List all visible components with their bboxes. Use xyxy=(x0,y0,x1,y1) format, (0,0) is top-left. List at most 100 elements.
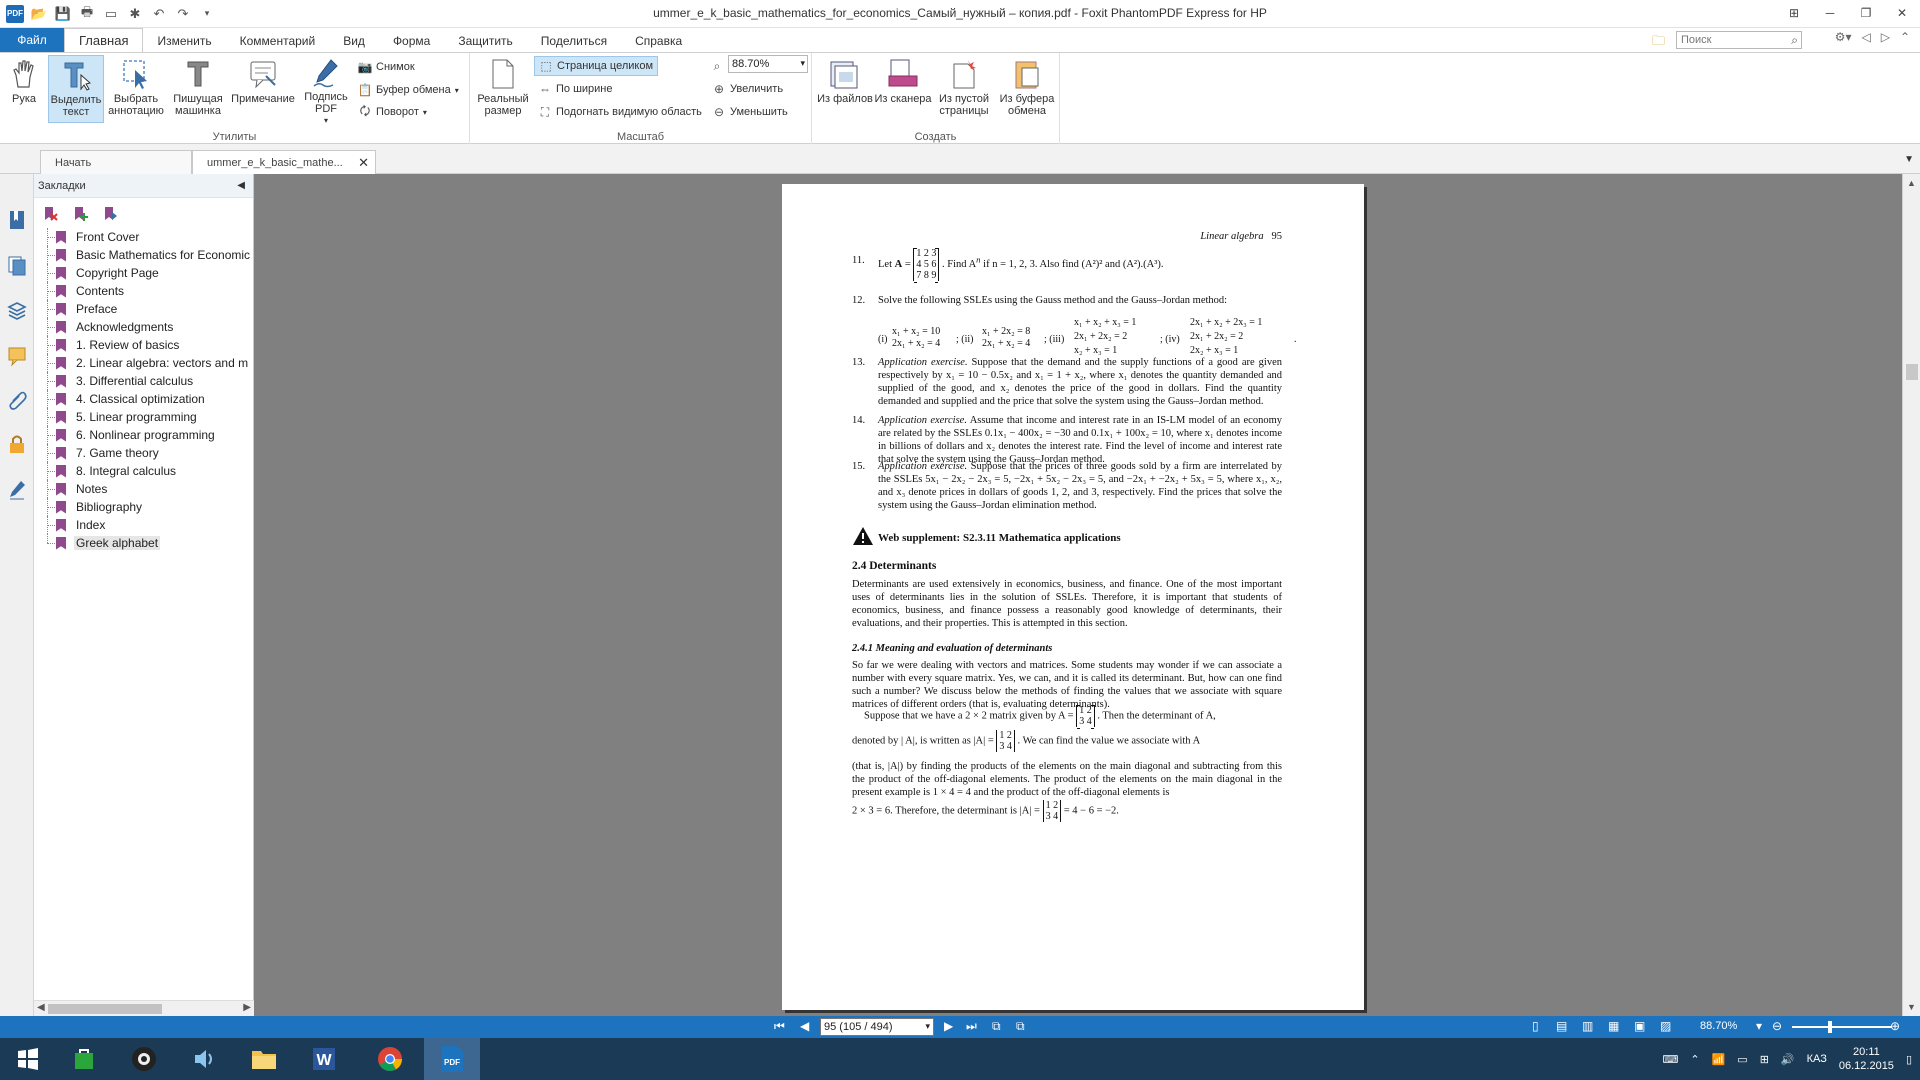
restore-button[interactable]: ❐ xyxy=(1848,0,1884,26)
select-text-button[interactable]: Выделить текст xyxy=(48,55,104,123)
new-doc-icon[interactable]: ✱ xyxy=(126,5,144,23)
attachments-panel-icon[interactable] xyxy=(5,388,29,412)
previous-view-icon[interactable]: ⧉ xyxy=(992,1019,1001,1034)
zoom-out-status-icon[interactable]: ⊖ xyxy=(1772,1019,1782,1033)
bookmark-item[interactable]: Bibliography xyxy=(34,498,253,516)
scan-icon[interactable]: ▭ xyxy=(102,5,120,23)
folder-search-icon[interactable]: 🗀 xyxy=(1652,32,1668,48)
redo-icon[interactable]: ↷ xyxy=(174,5,192,23)
tab-home[interactable]: Главная xyxy=(64,28,144,52)
from-blank-page-button[interactable]: Из пустой страницы xyxy=(934,55,994,123)
bookmark-item[interactable]: Copyright Page xyxy=(34,264,253,282)
prev-page-icon[interactable]: ◀ xyxy=(800,1019,809,1033)
save-icon[interactable]: 💾 xyxy=(54,5,72,23)
bookmark-item[interactable]: Basic Mathematics for Economic xyxy=(34,246,253,264)
word-icon[interactable]: W xyxy=(296,1038,352,1080)
volume-icon[interactable]: 🔊 xyxy=(1781,1053,1795,1066)
sign-pdf-button[interactable]: Подпись PDF ▾ xyxy=(298,55,354,125)
security-panel-icon[interactable] xyxy=(5,432,29,456)
scroll-thumb[interactable] xyxy=(48,1004,162,1014)
from-clipboard-button[interactable]: Из буфера обмена xyxy=(996,55,1058,123)
notifications-icon[interactable]: ▯ xyxy=(1906,1053,1912,1066)
pages-panel-icon[interactable] xyxy=(5,254,29,278)
scroll-down-icon[interactable]: ▼ xyxy=(1907,1002,1916,1012)
close-button[interactable]: ✕ xyxy=(1884,0,1920,26)
clock[interactable]: 20:11 06.12.2015 xyxy=(1839,1045,1894,1073)
undo-icon[interactable]: ↶ xyxy=(150,5,168,23)
fit-width-button[interactable]: ⇔ По ширине xyxy=(538,79,613,99)
bookmark-item[interactable]: 7. Game theory xyxy=(34,444,253,462)
next-view-icon[interactable]: ⧉ xyxy=(1016,1019,1025,1034)
tab-protect[interactable]: Защитить xyxy=(444,30,526,52)
continuous-facing-view-icon[interactable]: ▦ xyxy=(1608,1019,1619,1033)
collapse-ribbon-icon[interactable]: ⌃ xyxy=(1900,30,1910,44)
bookmark-item[interactable]: Greek alphabet xyxy=(34,534,253,552)
settings-icon[interactable]: ⚙▾ xyxy=(1835,30,1852,44)
typewriter-button[interactable]: Пишущая машинка xyxy=(168,55,228,123)
bookmarks-horizontal-scrollbar[interactable]: ◀ ▶ xyxy=(34,1000,254,1016)
bookmark-item[interactable]: Index xyxy=(34,516,253,534)
scroll-right-icon[interactable]: ▶ xyxy=(243,1002,251,1013)
tab-edit[interactable]: Изменить xyxy=(143,30,225,52)
bookmark-item[interactable]: Notes xyxy=(34,480,253,498)
tray-expand-icon[interactable]: ⌃ xyxy=(1690,1053,1699,1066)
zoom-in-status-icon[interactable]: ⊕ xyxy=(1890,1019,1900,1033)
scroll-up-icon[interactable]: ▲ xyxy=(1907,178,1916,188)
scroll-left-icon[interactable]: ◀ xyxy=(37,1002,45,1013)
action-center-icon[interactable]: ⊞ xyxy=(1760,1053,1769,1066)
input-language[interactable]: КАЗ xyxy=(1807,1053,1827,1065)
open-icon[interactable]: 📂 xyxy=(30,5,48,23)
search-icon[interactable]: ⌕ xyxy=(1791,33,1798,48)
bookmark-item[interactable]: 5. Linear programming xyxy=(34,408,253,426)
forward-icon[interactable]: ▷ xyxy=(1881,30,1890,44)
bookmarks-panel-icon[interactable] xyxy=(5,208,29,232)
first-page-icon[interactable]: ⏮ xyxy=(774,1019,785,1034)
tab-start[interactable]: Начать xyxy=(40,150,192,174)
single-page-view-icon[interactable]: ▯ xyxy=(1532,1019,1539,1033)
snapshot-button[interactable]: 📷 Снимок xyxy=(358,57,415,77)
hand-tool-button[interactable]: Рука xyxy=(0,55,48,123)
bookmark-item[interactable]: Contents xyxy=(34,282,253,300)
tabs-dropdown-icon[interactable]: ▼ xyxy=(1904,154,1914,165)
file-explorer-icon[interactable] xyxy=(236,1038,292,1080)
rotate-button[interactable]: 🗘 Поворот ▾ xyxy=(358,102,427,122)
bookmark-item[interactable]: 6. Nonlinear programming xyxy=(34,426,253,444)
tab-comment[interactable]: Комментарий xyxy=(226,30,330,52)
tab-form[interactable]: Форма xyxy=(379,30,444,52)
zoom-level-select[interactable]: 88.70% ▾ xyxy=(728,55,808,73)
speaker-app-icon[interactable] xyxy=(176,1038,232,1080)
start-button[interactable] xyxy=(0,1038,56,1080)
bookmark-item[interactable]: 8. Integral calculus xyxy=(34,462,253,480)
search-input[interactable]: Поиск ⌕ xyxy=(1676,31,1802,49)
zoom-in-button[interactable]: ⊕ Увеличить xyxy=(712,79,783,99)
tile-icon[interactable]: ⊞ xyxy=(1776,0,1812,26)
zoom-slider-knob[interactable] xyxy=(1828,1021,1832,1033)
delete-bookmark-icon[interactable] xyxy=(42,206,58,222)
note-button[interactable]: Примечание xyxy=(228,55,298,123)
zoom-out-button[interactable]: ⊖ Уменьшить xyxy=(712,102,788,122)
file-menu[interactable]: Файл xyxy=(0,28,64,52)
document-vertical-scrollbar[interactable]: ▲ ▼ xyxy=(1902,174,1920,1016)
bookmark-item[interactable]: Preface xyxy=(34,300,253,318)
bookmark-item[interactable]: Front Cover xyxy=(34,228,253,246)
last-page-icon[interactable]: ⏭ xyxy=(966,1019,977,1034)
close-tab-icon[interactable]: ✕ xyxy=(358,155,369,171)
print-icon[interactable]: 🖶 xyxy=(78,4,96,23)
comments-panel-icon[interactable] xyxy=(5,344,29,368)
zoom-dropdown-status-icon[interactable]: ▾ xyxy=(1756,1019,1762,1033)
full-page-button[interactable]: ⬚ Страница целиком xyxy=(534,56,659,76)
add-bookmark-icon[interactable] xyxy=(72,206,88,222)
media-player-icon[interactable] xyxy=(116,1038,172,1080)
select-annotation-button[interactable]: Выбрать аннотацию xyxy=(106,55,166,123)
collapse-panel-icon[interactable]: ◀ xyxy=(237,180,245,191)
bookmark-item[interactable]: Acknowledgments xyxy=(34,318,253,336)
tab-help[interactable]: Справка xyxy=(621,30,696,52)
customize-dropdown-icon[interactable]: ▾ xyxy=(198,5,216,23)
reading-mode-icon[interactable]: ▨ xyxy=(1660,1019,1671,1033)
bookmark-item[interactable]: 1. Review of basics xyxy=(34,336,253,354)
battery-icon[interactable]: ▭ xyxy=(1737,1053,1747,1066)
foxit-taskbar-icon[interactable]: PDF xyxy=(424,1038,480,1080)
vscroll-thumb[interactable] xyxy=(1906,364,1918,380)
bookmark-properties-icon[interactable] xyxy=(102,206,118,222)
fit-visible-button[interactable]: ⛶ Подогнать видимую область xyxy=(538,102,702,122)
